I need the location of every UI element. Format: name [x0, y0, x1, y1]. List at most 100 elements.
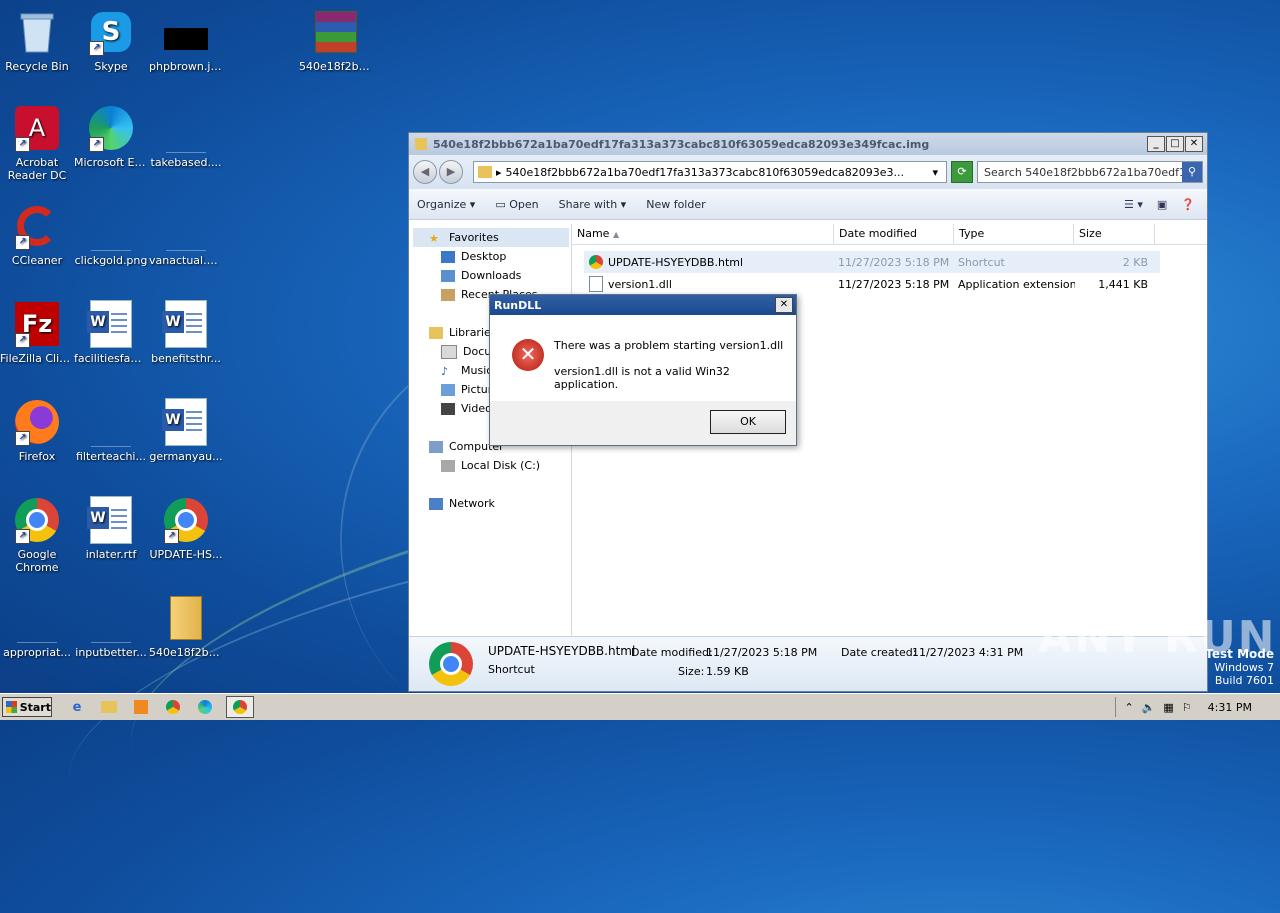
window-title: 540e18f2bbb672a1ba70edf17fa313a373cabc81… [433, 137, 930, 151]
chrome-taskbar-icon[interactable] [162, 697, 184, 717]
desktop-icon-firefox[interactable]: ↗ Firefox [0, 398, 74, 463]
desktop-icon-takebased[interactable]: takebased.... [149, 104, 223, 169]
chevron-up-icon[interactable]: ⌃ [1124, 701, 1133, 714]
close-button[interactable]: ✕ [1185, 136, 1203, 152]
media-player-icon[interactable] [130, 697, 152, 717]
desktop-icon-inputbetter[interactable]: inputbetter... [74, 594, 148, 659]
desktop-icon-acrobat[interactable]: A ↗ Acrobat Reader DC [0, 104, 74, 182]
dialog-titlebar[interactable]: RunDLL ✕ [490, 295, 796, 315]
desktop-icon-label: vanactual.png [149, 254, 223, 267]
ccleaner-icon: ↗ [13, 202, 61, 250]
share-with-button[interactable]: Share with ▾ [559, 198, 627, 211]
desktop-icon-label: facilitiesfan.rtf [74, 352, 148, 365]
filezilla-icon: Fz ↗ [13, 300, 61, 348]
folder-icon [478, 166, 492, 178]
column-date-modified[interactable]: Date modified [834, 224, 954, 244]
desktop-icon-appropriat[interactable]: appropriat... [0, 594, 74, 659]
volume-icon[interactable]: 🔈 [1142, 701, 1156, 714]
windows-logo-icon [6, 701, 17, 713]
desktop-icon-archive[interactable]: 540e18f2bb... [299, 8, 373, 73]
taskbar: Start e ⌃ 🔈 ▦ ⚐ 4:31 PM [0, 693, 1280, 720]
column-headers: Name ▲ Date modified Type Size [572, 224, 1207, 245]
desktop-icon-label: Acrobat Reader DC [7, 156, 67, 182]
search-icon[interactable]: ⚲ [1182, 162, 1202, 182]
edge-taskbar-icon[interactable] [194, 697, 216, 717]
open-folder-icon [162, 594, 210, 642]
new-folder-button[interactable]: New folder [646, 198, 705, 211]
column-name[interactable]: Name ▲ [572, 224, 834, 244]
star-icon: ★ [429, 231, 439, 245]
taskbar-clock[interactable]: 4:31 PM [1208, 701, 1252, 714]
explorer-titlebar[interactable]: 540e18f2bbb672a1ba70edf17fa313a373cabc81… [409, 133, 1207, 155]
chevron-down-icon[interactable]: ▾ [932, 166, 938, 179]
network-tray-icon[interactable]: ▦ [1163, 701, 1173, 714]
minimize-button[interactable]: _ [1147, 136, 1165, 152]
drive-icon [441, 459, 455, 472]
word-document-icon [162, 300, 210, 348]
nav-local-disk[interactable]: Local Disk (C:) [413, 456, 569, 475]
desktop-icon-update-hs[interactable]: ↗ UPDATE-HS... [149, 496, 223, 561]
file-explorer-icon[interactable] [98, 697, 120, 717]
desktop-icon-clickgold[interactable]: clickgold.png [74, 202, 148, 267]
desktop-icon [441, 250, 455, 263]
desktop-icon-540e18-folder[interactable]: 540e18f2bb... [149, 594, 223, 659]
word-document-icon [162, 398, 210, 446]
internet-explorer-icon[interactable]: e [66, 697, 88, 717]
file-row[interactable]: UPDATE-HSYEYDBB.html 11/27/2023 5:18 PM … [584, 251, 1160, 273]
start-button[interactable]: Start [2, 697, 52, 717]
refresh-button[interactable]: ⟳ [951, 161, 973, 183]
recycle-bin-icon [13, 8, 61, 56]
search-input[interactable]: Search 540e18f2bbb672a1ba70edf17f... [984, 166, 1182, 179]
breadcrumb-arrow-icon[interactable]: ▸ [496, 166, 502, 179]
desktop-icon-skype[interactable]: S ↗ Skype [74, 8, 148, 73]
nav-downloads[interactable]: Downloads [413, 266, 569, 285]
recent-places-icon [441, 288, 455, 301]
forward-button[interactable]: ▶ [439, 160, 463, 184]
column-type[interactable]: Type [954, 224, 1074, 244]
maximize-button[interactable]: □ [1166, 136, 1184, 152]
rundll-error-dialog[interactable]: RunDLL ✕ ✕ There was a problem starting … [489, 294, 797, 446]
nav-network[interactable]: Network [413, 494, 569, 513]
dialog-close-button[interactable]: ✕ [775, 297, 793, 313]
image-file-icon [162, 8, 210, 56]
desktop-icon-vanactual[interactable]: vanactual.png [149, 202, 223, 267]
desktop-icon-label: phpbrown.jpg [149, 60, 223, 73]
desktop-icon-inlater[interactable]: inlater.rtf [74, 496, 148, 561]
help-icon[interactable]: ❓ [1181, 198, 1195, 211]
details-size-value: 1.59 KB [706, 665, 749, 678]
column-size[interactable]: Size [1074, 224, 1155, 244]
ok-button[interactable]: OK [710, 410, 786, 434]
file-row[interactable]: version1.dll 11/27/2023 5:18 PM Applicat… [584, 273, 1160, 295]
open-icon: ▭ [495, 197, 506, 211]
shortcut-arrow-icon: ↗ [15, 529, 30, 544]
chrome-taskbar-icon-active[interactable] [226, 696, 254, 718]
desktop-icon-label: FileZilla Client [0, 352, 74, 365]
desktop-icon-google-chrome[interactable]: ↗ Google Chrome [0, 496, 74, 574]
desktop-icon-ccleaner[interactable]: ↗ CCleaner [0, 202, 74, 267]
desktop-icon-facilitiesfan[interactable]: facilitiesfan.rtf [74, 300, 148, 365]
action-center-flag-icon[interactable]: ⚐ [1182, 701, 1192, 714]
desktop-icon-edge[interactable]: ↗ Microsoft Edge [74, 104, 148, 169]
shortcut-arrow-icon: ↗ [15, 431, 30, 446]
desktop-icon-phpbrown[interactable]: phpbrown.jpg [149, 8, 223, 73]
word-document-icon [87, 496, 135, 544]
desktop-icon-recycle-bin[interactable]: Recycle Bin [0, 8, 74, 73]
nav-favorites[interactable]: ★ Favorites [413, 228, 569, 247]
desktop-icon-filterteachi[interactable]: filterteachi... [74, 398, 148, 463]
address-bar[interactable]: ▸ 540e18f2bbb672a1ba70edf17fa313a373cabc… [473, 161, 947, 183]
open-button[interactable]: ▭ Open [495, 198, 538, 211]
image-file-icon [162, 202, 210, 251]
search-box[interactable]: Search 540e18f2bbb672a1ba70edf17f... ⚲ [977, 161, 1203, 183]
test-mode-notice: Test Mode Windows 7 Build 7601 [1205, 647, 1274, 688]
nav-desktop[interactable]: Desktop [413, 247, 569, 266]
preview-pane-icon[interactable]: ▣ [1157, 198, 1167, 211]
desktop-icon-filezilla[interactable]: Fz ↗ FileZilla Client [0, 300, 74, 365]
dialog-body: ✕ There was a problem starting version1.… [490, 315, 796, 401]
dialog-title: RunDLL [494, 298, 542, 312]
desktop-icon-germanyau[interactable]: germanyau... [149, 398, 223, 463]
desktop-icon-benefitsthr[interactable]: benefitsthr... [149, 300, 223, 365]
pictures-icon [441, 383, 455, 396]
organize-button[interactable]: Organize ▾ [417, 198, 475, 211]
back-button[interactable]: ◀ [413, 160, 437, 184]
view-options-icon[interactable]: ☰ ▾ [1124, 198, 1143, 211]
